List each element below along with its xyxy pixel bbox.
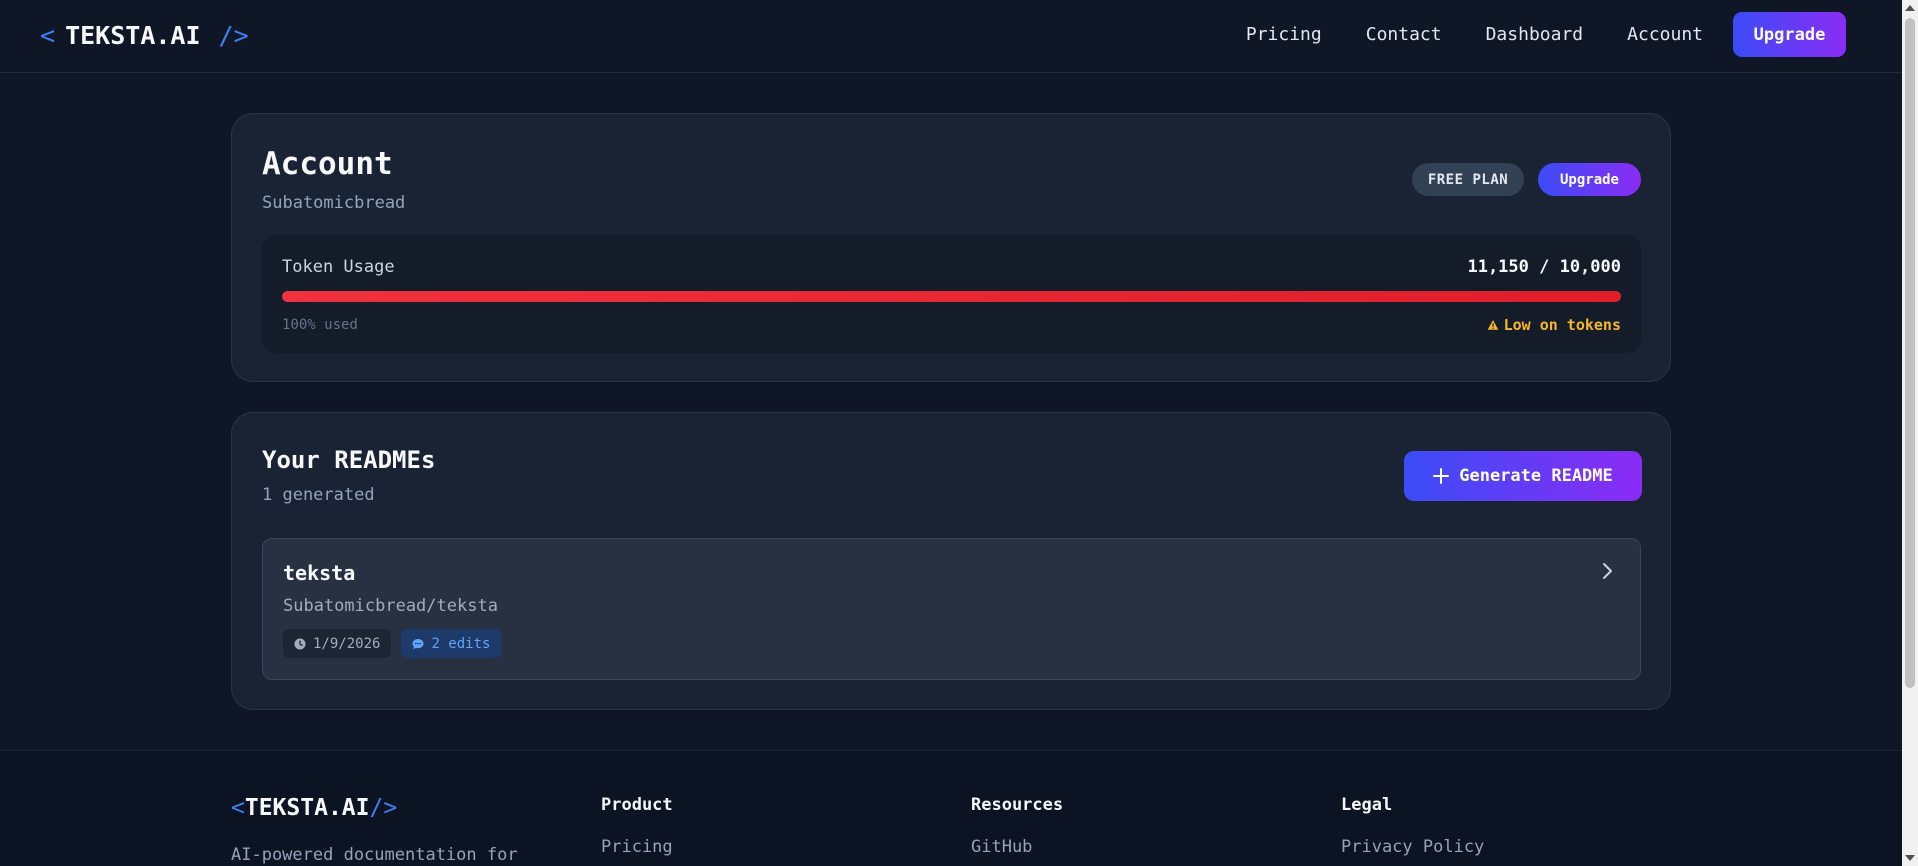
nav-pricing[interactable]: Pricing bbox=[1224, 12, 1344, 57]
page-footer: <TEKSTA.AI/> AI-powered documentation fo… bbox=[0, 750, 1902, 866]
main-nav: Pricing Contact Dashboard Account Upgrad… bbox=[1224, 12, 1846, 57]
readme-date: 1/9/2026 bbox=[313, 635, 381, 652]
brand-logo[interactable]: < TEKSTA.AI /> bbox=[40, 20, 249, 50]
token-usage-bar bbox=[282, 291, 1621, 302]
chat-bubble-icon bbox=[412, 638, 424, 649]
scroll-down-arrow-icon[interactable] bbox=[1905, 855, 1915, 861]
logo-open-bracket: < bbox=[40, 20, 56, 50]
footer-description: AI-powered documentation for bbox=[231, 845, 518, 865]
readme-list-item[interactable]: teksta Subatomicbread/teksta 1/9/2026 2 … bbox=[262, 538, 1641, 680]
footer-heading-legal: Legal bbox=[1341, 795, 1393, 815]
clock-icon bbox=[294, 638, 306, 649]
generate-readme-label: Generate README bbox=[1459, 466, 1613, 486]
readme-tags: 1/9/2026 2 edits bbox=[283, 629, 502, 658]
warning-icon bbox=[1487, 320, 1498, 330]
account-card: Account Subatomicbread FREE PLAN Upgrade… bbox=[231, 113, 1671, 382]
token-usage-percent: 100% used bbox=[282, 317, 358, 333]
readme-name: teksta bbox=[283, 561, 356, 585]
account-upgrade-button[interactable]: Upgrade bbox=[1538, 163, 1641, 196]
low-tokens-warning: Low on tokens bbox=[1487, 316, 1621, 334]
readme-repo: Subatomicbread/teksta bbox=[283, 596, 498, 616]
footer-link-pricing[interactable]: Pricing bbox=[601, 837, 673, 857]
footer-logo-close: /> bbox=[369, 795, 398, 821]
readmes-count: 1 generated bbox=[262, 485, 375, 505]
plus-icon bbox=[1433, 468, 1450, 484]
plan-badge: FREE PLAN bbox=[1412, 163, 1524, 196]
token-usage-bar-fill bbox=[282, 291, 1621, 302]
nav-account[interactable]: Account bbox=[1605, 12, 1725, 57]
logo-close-bracket: /> bbox=[218, 20, 249, 50]
token-usage-label: Token Usage bbox=[282, 257, 395, 277]
readmes-title: Your READMEs bbox=[262, 446, 436, 474]
footer-logo-open: < bbox=[231, 795, 245, 821]
header-upgrade-button[interactable]: Upgrade bbox=[1733, 12, 1846, 57]
chevron-right-icon bbox=[1603, 563, 1612, 579]
readme-edits: 2 edits bbox=[431, 635, 491, 652]
scroll-up-arrow-icon[interactable] bbox=[1905, 5, 1915, 11]
token-usage-count: 11,150 / 10,000 bbox=[1467, 257, 1621, 277]
footer-heading-product: Product bbox=[601, 795, 673, 815]
footer-link-privacy[interactable]: Privacy Policy bbox=[1341, 837, 1484, 857]
footer-heading-resources: Resources bbox=[971, 795, 1064, 815]
nav-contact[interactable]: Contact bbox=[1344, 12, 1464, 57]
account-title: Account bbox=[262, 146, 393, 182]
readme-edits-tag: 2 edits bbox=[401, 629, 502, 658]
generate-readme-button[interactable]: Generate README bbox=[1404, 451, 1642, 501]
top-header: < TEKSTA.AI /> Pricing Contact Dashboard… bbox=[0, 0, 1902, 73]
footer-logo-text: TEKSTA.AI bbox=[244, 795, 370, 821]
nav-dashboard[interactable]: Dashboard bbox=[1464, 12, 1606, 57]
readmes-card: Your READMEs 1 generated Generate README… bbox=[231, 412, 1671, 710]
footer-link-github[interactable]: GitHub bbox=[971, 837, 1063, 857]
logo-text: TEKSTA.AI bbox=[65, 20, 201, 50]
readme-date-tag: 1/9/2026 bbox=[283, 629, 392, 658]
footer-column-legal: Legal Privacy Policy bbox=[1341, 795, 1484, 857]
scrollbar-thumb[interactable] bbox=[1905, 18, 1915, 688]
footer-column-product: Product Pricing bbox=[601, 795, 673, 857]
footer-column-resources: Resources GitHub bbox=[971, 795, 1063, 857]
account-username: Subatomicbread bbox=[262, 193, 406, 213]
vertical-scrollbar[interactable] bbox=[1902, 0, 1918, 866]
token-usage-panel: Token Usage 11,150 / 10,000 100% used Lo… bbox=[262, 235, 1641, 353]
low-tokens-text: Low on tokens bbox=[1503, 316, 1621, 334]
footer-logo[interactable]: <TEKSTA.AI/> bbox=[231, 795, 397, 821]
